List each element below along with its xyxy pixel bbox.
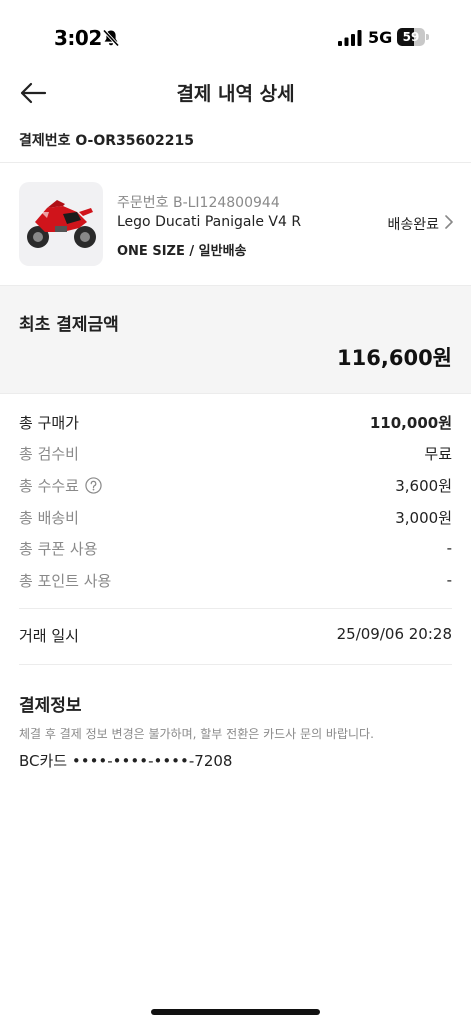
total-amount: 116,600원 <box>337 346 452 370</box>
breakdown-label: 총 쿠폰 사용 <box>19 539 98 558</box>
bell-slash-icon <box>102 29 120 47</box>
order-number: 주문번호 B-LI124800944 <box>117 195 280 211</box>
breakdown-value: - <box>446 539 452 557</box>
transaction-label: 거래 일시 <box>19 627 79 645</box>
total-label: 최초 결제금액 <box>19 315 119 335</box>
delivery-status-link[interactable]: 배송완료 <box>387 214 453 234</box>
status-bar: 3:02 5G 59 <box>0 0 471 76</box>
product-name: Lego Ducati Panigale V4 R <box>117 214 302 230</box>
breakdown-label: 총 포인트 사용 <box>19 571 112 590</box>
transaction-value: 25/09/06 20:28 <box>336 625 452 643</box>
breakdown-row-inspection: 총 검수비 무료 <box>19 442 452 464</box>
breakdown-value: 3,000원 <box>395 508 452 527</box>
chevron-right-icon <box>445 215 453 233</box>
breakdown-label: 총 검수비 <box>19 444 79 463</box>
network-label: 5G <box>368 28 393 47</box>
signal-icon <box>338 30 362 46</box>
motorcycle-image <box>27 200 96 248</box>
divider <box>0 162 471 163</box>
breakdown-label-fee: 총 수수료 <box>19 475 102 496</box>
breakdown-row-points: 총 포인트 사용 - <box>19 569 452 591</box>
breakdown-value: 3,600원 <box>395 476 452 495</box>
total-section: 최초 결제금액 116,600원 <box>0 285 471 394</box>
question-circle-icon[interactable] <box>85 476 102 494</box>
breakdown-row-fee: 총 수수료 3,600원 <box>19 474 452 496</box>
battery-level: 59 <box>402 30 420 44</box>
page-title: 결제 내역 상세 <box>176 83 295 105</box>
payment-number: 결제번호 O-OR35602215 <box>19 133 194 149</box>
transaction-row: 거래 일시 25/09/06 20:28 <box>19 625 452 646</box>
status-time: 3:02 <box>54 26 102 50</box>
breakdown-row-shipping: 총 배송비 3,000원 <box>19 506 452 528</box>
payment-info-title: 결제정보 <box>19 696 82 716</box>
divider <box>19 608 452 609</box>
delivery-status-label: 배송완료 <box>387 217 439 233</box>
home-indicator[interactable] <box>151 1009 320 1015</box>
product-option: ONE SIZE / 일반배송 <box>117 244 247 259</box>
breakdown-label: 총 구매가 <box>19 413 79 432</box>
card-info: BC카드 ••••-••••-••••-7208 <box>19 752 233 770</box>
payment-info-notice: 체결 후 결제 정보 변경은 불가하며, 할부 전환은 카드사 문의 바랍니다. <box>19 727 374 741</box>
breakdown-value: 110,000원 <box>369 413 452 432</box>
breakdown-value: 무료 <box>424 444 452 463</box>
breakdown-label: 총 수수료 <box>19 476 79 495</box>
breakdown-label: 총 배송비 <box>19 508 79 527</box>
header: 결제 내역 상세 <box>0 66 471 118</box>
breakdown-row-coupon: 총 쿠폰 사용 - <box>19 537 452 559</box>
product-image[interactable] <box>19 182 103 266</box>
breakdown-row-purchase: 총 구매가 110,000원 <box>19 411 452 433</box>
breakdown-value: - <box>446 571 452 589</box>
divider <box>19 664 452 665</box>
battery-icon: 59 <box>397 28 429 46</box>
